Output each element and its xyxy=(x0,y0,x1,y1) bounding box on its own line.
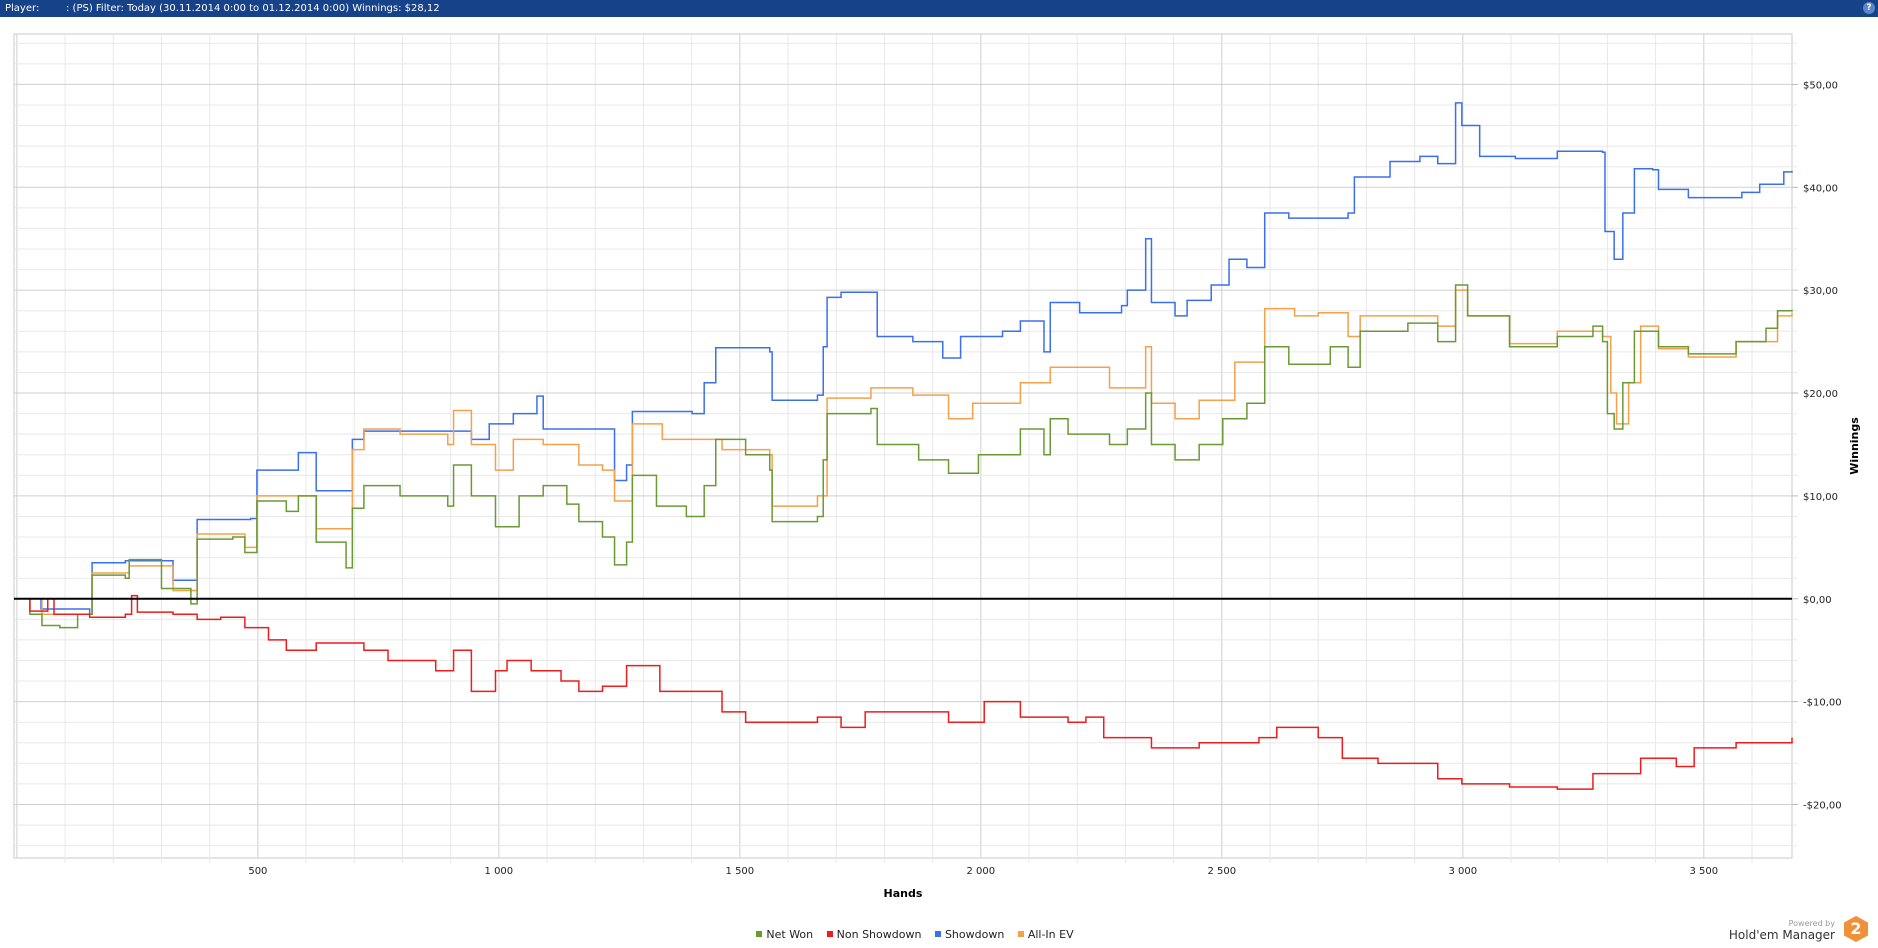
y-tick-label: $20,00 xyxy=(1803,389,1838,400)
legend-label: Showdown xyxy=(944,928,1005,941)
powered-by-text: Powered by xyxy=(1788,919,1835,928)
x-tick-label: 1 000 xyxy=(485,866,514,877)
y-axis-title: Winnings xyxy=(1848,417,1861,475)
x-tick-label: 2 000 xyxy=(967,866,996,877)
legend: Net Won Non Showdown Showdown All-In EV xyxy=(0,928,1830,941)
legend-item-showdown[interactable]: Showdown xyxy=(934,928,1005,941)
legend-item-non-showdown[interactable]: Non Showdown xyxy=(826,928,922,941)
player-label: Player: xyxy=(5,3,40,14)
legend-label: Net Won xyxy=(766,928,814,941)
y-tick-label: $40,00 xyxy=(1803,183,1838,194)
x-tick-label: 3 500 xyxy=(1689,866,1718,877)
legend-swatch xyxy=(934,931,941,937)
legend-swatch xyxy=(756,931,763,937)
winnings-chart: 500 1 000 1 500 2 000 2 500 3 000 3 500 -$20,00… xyxy=(13,33,1861,900)
y-tick-label: $50,00 xyxy=(1803,80,1838,91)
x-tick-label: 2 500 xyxy=(1208,866,1237,877)
legend-swatch xyxy=(1017,931,1024,937)
hem2-logo: Powered by Hold'em Manager 2 xyxy=(1728,916,1868,942)
x-axis-title: Hands xyxy=(884,887,923,900)
legend-item-net-won[interactable]: Net Won xyxy=(756,928,813,941)
y-tick-label: $10,00 xyxy=(1803,492,1838,503)
legend-swatch xyxy=(826,931,833,937)
title-bar: Player: : (PS) Filter: Today (30.11.2014… xyxy=(0,0,1878,17)
y-tick-label: -$20,00 xyxy=(1803,801,1842,812)
y-tick-label: -$10,00 xyxy=(1803,698,1842,709)
hem2-badge-icon: 2 xyxy=(1844,916,1868,942)
filter-summary: : (PS) Filter: Today (30.11.2014 0:00 to… xyxy=(66,3,440,14)
legend-item-all-in-ev[interactable]: All-In EV xyxy=(1017,928,1074,941)
y-tick-label: $30,00 xyxy=(1803,286,1838,297)
x-tick-label: 1 500 xyxy=(726,866,755,877)
product-name: Hold'em Manager xyxy=(1728,928,1835,942)
legend-label: All-In EV xyxy=(1027,928,1074,941)
x-tick-label: 3 000 xyxy=(1448,866,1477,877)
plot-area xyxy=(13,33,1793,859)
legend-label: Non Showdown xyxy=(836,928,922,941)
y-tick-label: $0,00 xyxy=(1803,595,1832,606)
x-tick-label: 500 xyxy=(248,866,267,877)
help-icon[interactable]: ? xyxy=(1863,2,1875,14)
